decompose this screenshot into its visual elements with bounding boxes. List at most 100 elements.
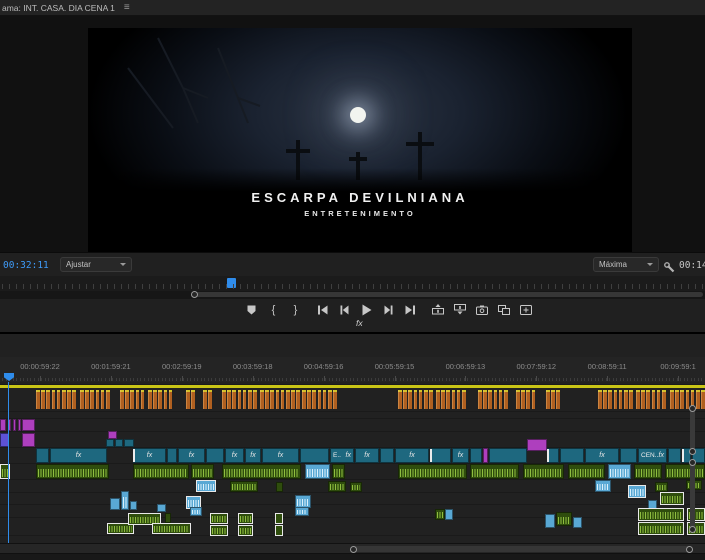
video-clip-v2[interactable] [124, 439, 134, 447]
audio-clip[interactable] [238, 513, 253, 524]
audio-clip[interactable] [628, 485, 646, 498]
caption-clip[interactable] [317, 390, 322, 409]
video-clip-v1[interactable] [547, 448, 559, 463]
video-clip-v2[interactable] [108, 431, 117, 439]
caption-clip[interactable] [191, 390, 195, 409]
caption-clip[interactable] [608, 390, 612, 409]
video-clip-v2[interactable] [115, 439, 123, 447]
caption-clip[interactable] [186, 390, 190, 409]
step-forward-icon[interactable] [382, 303, 395, 316]
play-icon[interactable] [360, 303, 373, 316]
video-preview[interactable]: ESCARPA DEVILNIANA ENTRETENIMENTO [88, 28, 632, 252]
step-back-icon[interactable] [338, 303, 351, 316]
monitor-mini-timeline[interactable] [0, 276, 705, 291]
caption-clip[interactable] [646, 390, 650, 409]
mark-in-icon[interactable]: { [267, 303, 280, 316]
audio-clip[interactable] [595, 480, 611, 492]
monitor-scrollbar[interactable] [0, 291, 705, 299]
comparison-view-icon[interactable] [497, 303, 510, 316]
audio-clip[interactable] [130, 501, 137, 510]
audio-clip[interactable] [157, 504, 166, 512]
caption-clip[interactable] [203, 390, 207, 409]
go-to-in-icon[interactable] [316, 303, 329, 316]
audio-clip[interactable] [573, 517, 582, 528]
caption-clip[interactable] [629, 390, 633, 409]
video-clip-v1[interactable]: fx [452, 448, 469, 463]
audio-clip[interactable] [238, 525, 253, 536]
audio-clip-a1[interactable] [523, 464, 564, 479]
caption-clip[interactable] [408, 390, 412, 409]
video-clip-v3[interactable] [18, 419, 21, 431]
audio-clip-a1[interactable] [332, 464, 345, 479]
audio-clip-a1[interactable] [568, 464, 605, 479]
caption-clip[interactable] [424, 390, 428, 409]
caption-clip[interactable] [478, 390, 482, 409]
audio-clip[interactable] [210, 513, 228, 524]
audio-clip[interactable] [190, 507, 202, 516]
audio-clip-a1[interactable] [470, 464, 519, 479]
lift-icon[interactable] [431, 303, 444, 316]
caption-clip[interactable] [302, 390, 306, 409]
timeline-hscroll-handle[interactable] [350, 545, 357, 553]
caption-clip[interactable] [232, 390, 236, 409]
caption-clip[interactable] [556, 390, 560, 409]
audio-clip[interactable] [275, 525, 283, 536]
audio-scrollbar-handle[interactable] [689, 526, 696, 533]
caption-clip[interactable] [451, 390, 456, 409]
video-clip-v1[interactable] [560, 448, 584, 463]
caption-clip[interactable] [222, 390, 226, 409]
monitor-playhead[interactable] [227, 278, 236, 288]
caption-clip[interactable] [598, 390, 602, 409]
video-clip-v1[interactable] [206, 448, 224, 463]
caption-clip[interactable] [322, 390, 327, 409]
video-clip-v1[interactable] [380, 448, 394, 463]
caption-clip[interactable] [398, 390, 402, 409]
button-editor-icon[interactable] [519, 303, 532, 316]
caption-clip[interactable] [296, 390, 300, 409]
audio-clip[interactable] [110, 498, 120, 510]
caption-clip[interactable] [456, 390, 461, 409]
caption-clip[interactable] [446, 390, 450, 409]
video-scrollbar-handle[interactable] [689, 405, 696, 412]
caption-clip[interactable] [636, 390, 640, 409]
timeline-ruler[interactable]: 00:00:59:22 00:01:59:21 00:02:59:19 00:03:5… [0, 357, 705, 382]
caption-clip[interactable] [701, 390, 705, 409]
caption-clip[interactable] [260, 390, 264, 409]
audio-clip[interactable] [660, 492, 684, 505]
caption-clip[interactable] [441, 390, 445, 409]
video-clip-v1[interactable] [36, 448, 49, 463]
current-timecode[interactable]: 00:32:11 [3, 260, 49, 271]
audio-clip[interactable] [230, 481, 258, 492]
audio-clip[interactable] [556, 512, 572, 526]
video-clip-v1[interactable] [668, 448, 681, 463]
caption-clip[interactable] [656, 390, 661, 409]
caption-clip[interactable] [95, 390, 100, 409]
audio-clip[interactable] [545, 514, 555, 528]
caption-clip[interactable] [504, 390, 508, 409]
caption-clip[interactable] [275, 390, 280, 409]
audio-clip[interactable] [328, 481, 346, 492]
caption-clip[interactable] [36, 390, 40, 409]
caption-clip[interactable] [516, 390, 520, 409]
video-clip-v3[interactable] [13, 419, 16, 431]
video-clip-v1[interactable]: CEN... fx [638, 448, 667, 463]
caption-clip[interactable] [67, 390, 71, 409]
caption-clip[interactable] [85, 390, 89, 409]
caption-clip[interactable] [153, 390, 157, 409]
video-clip-v1[interactable] [489, 448, 527, 463]
audio-clip-a1[interactable] [222, 464, 301, 479]
caption-clip[interactable] [140, 390, 145, 409]
audio-tracks-scrollbar[interactable] [690, 462, 695, 530]
video-clip-v1[interactable]: fx [585, 448, 619, 463]
video-clip-v1[interactable]: fx [50, 448, 107, 463]
video-clip-v1[interactable] [483, 448, 488, 463]
caption-clip[interactable] [280, 390, 285, 409]
audio-clip[interactable] [350, 482, 362, 492]
caption-clip[interactable] [163, 390, 168, 409]
program-tab-title[interactable]: ama: INT. CASA. DIA CENA 1 [2, 3, 115, 13]
audio-clip-a1[interactable] [133, 464, 189, 479]
caption-clip[interactable] [680, 390, 684, 409]
audio-clip[interactable] [445, 509, 453, 520]
audio-clip-a1[interactable] [191, 464, 214, 479]
audio-clip-a1[interactable] [36, 464, 109, 479]
